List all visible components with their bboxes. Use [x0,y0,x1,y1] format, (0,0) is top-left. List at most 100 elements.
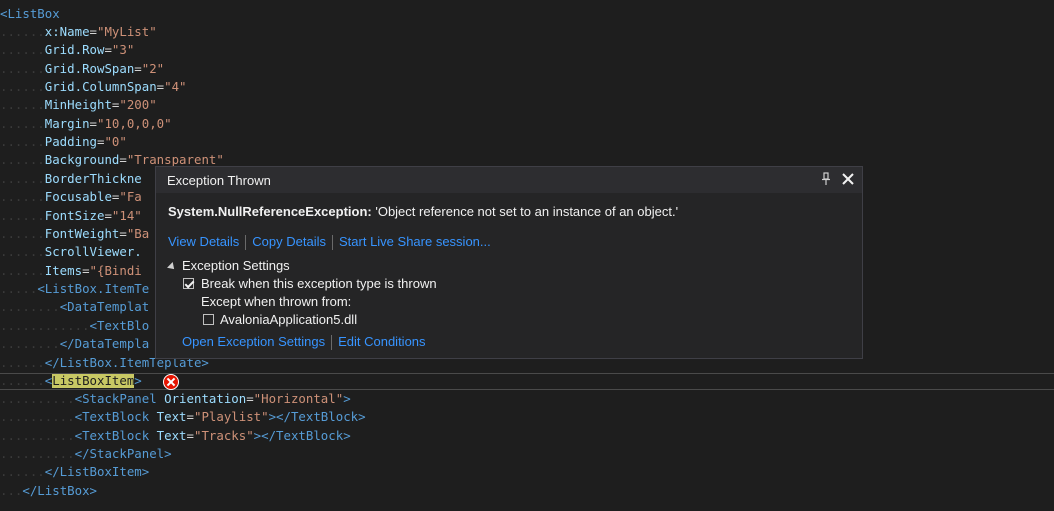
code-line[interactable]: ......Margin="10,0,0,0" [0,115,1054,133]
code-line[interactable]: ......x:Name="MyList" [0,23,1054,41]
code-line[interactable]: ..........</StackPanel> [0,445,1054,463]
view-details-link[interactable]: View Details [168,234,239,249]
expand-triangle-icon [167,261,177,272]
code-token: "Tracks" [193,428,254,443]
code-token: FontWeight [44,226,120,241]
close-icon[interactable] [840,171,856,187]
live-share-link[interactable]: Start Live Share session... [339,234,491,249]
code-line[interactable]: ......Padding="0" [0,133,1054,151]
code-token: > [343,391,351,406]
code-token: = [119,226,127,241]
exception-text: 'Object reference not set to an instance… [371,204,679,219]
indent-guide: .......... [0,409,75,424]
indent-guide: ...... [0,464,45,479]
link-separator [331,335,333,351]
indent-guide: ...... [0,171,45,186]
code-token: Margin [44,116,90,131]
code-token: = [119,152,127,167]
indent-guide: ...... [0,24,45,39]
code-token: "Playlist" [193,409,269,424]
indent-guide: ...... [0,226,45,241]
indent-guide: ........ [0,299,60,314]
code-token: <DataTemplat [59,299,150,314]
code-token: "Transparent" [126,152,224,167]
code-line[interactable]: ......Grid.RowSpan="2" [0,60,1054,78]
code-token: Padding [44,134,97,149]
indent-guide: ...... [0,263,45,278]
indent-guide: .......... [0,446,75,461]
code-token: BorderThickne [44,171,142,186]
code-line[interactable]: ......Grid.ColumnSpan="4" [0,78,1054,96]
indent-guide: ........ [0,336,60,351]
code-line[interactable]: <ListBox [0,5,1054,23]
code-token: </StackPanel> [74,446,172,461]
indent-guide: ...... [0,355,45,370]
settings-header: Exception Settings [182,258,290,273]
code-line[interactable]: ......Grid.Row="3" [0,41,1054,59]
popup-title: Exception Thrown [167,173,271,188]
code-token: Text [156,428,187,443]
code-line[interactable]: ..........<TextBlock Text="Playlist"></T… [0,408,1054,426]
indent-guide: ...... [0,208,45,223]
code-token: <TextBlo [89,318,150,333]
code-token: Grid.RowSpan [44,61,135,76]
copy-details-link[interactable]: Copy Details [252,234,326,249]
code-token: = [134,61,142,76]
settings-links: Open Exception Settings Edit Conditions [182,334,426,351]
code-token: = [246,391,254,406]
indent-guide: .......... [0,391,75,406]
indent-guide: ............ [0,318,90,333]
code-token: "Fa [119,189,142,204]
code-token: "4" [164,79,187,94]
indent-guide: ...... [0,134,45,149]
code-token: ></TextBlock> [268,409,366,424]
code-line[interactable]: ..........<StackPanel Orientation="Horiz… [0,390,1054,408]
code-line[interactable]: ......</ListBoxItem> [0,463,1054,481]
code-token: FontSize [44,208,105,223]
code-token: Items [44,263,83,278]
indent-guide: ...... [0,42,45,57]
indent-guide: ...... [0,152,45,167]
edit-conditions-link[interactable]: Edit Conditions [338,334,425,349]
module-option-label: AvaloniaApplication5.dll [220,312,358,327]
indent-guide: ...... [0,79,45,94]
code-line[interactable]: ...</ListBox> [0,482,1054,500]
popup-title-bar: Exception Thrown [156,167,862,193]
code-token: Orientation [164,391,247,406]
current-line-highlight [0,373,1054,390]
code-token: ScrollViewer. [44,244,142,259]
exception-settings-toggle[interactable]: Exception Settings [167,258,290,273]
exception-popup: Exception Thrown System.NullReferenceExc… [155,166,863,359]
link-separator [332,235,333,251]
indent-guide: ...... [0,97,45,112]
code-token: <ListBox.ItemTe [37,281,150,296]
code-token: <TextBlock [74,428,157,443]
code-line[interactable]: ......MinHeight="200" [0,96,1054,114]
code-token: <StackPanel [74,391,165,406]
module-checkbox[interactable] [203,314,214,325]
code-token: "10,0,0,0" [97,116,172,131]
code-token: "MyList" [97,24,157,39]
indent-guide: ...... [0,116,45,131]
code-token: "200" [119,97,157,112]
indent-guide: ..... [0,281,38,296]
code-token: = [186,428,194,443]
error-icon[interactable] [163,374,179,390]
open-exception-settings-link[interactable]: Open Exception Settings [182,334,325,349]
code-token: = [89,24,97,39]
exception-message: System.NullReferenceException: 'Object r… [168,204,678,219]
code-token: "14" [111,208,142,223]
detail-links: View Details Copy Details Start Live Share… [168,234,491,251]
code-line[interactable]: ..........<TextBlock Text="Tracks"></Tex… [0,427,1054,445]
indent-guide: ...... [0,244,45,259]
code-token: "{Bindi [89,263,142,278]
pin-icon[interactable] [820,172,832,186]
code-token: = [104,42,112,57]
code-token: Text [156,409,187,424]
break-checkbox[interactable] [183,278,194,289]
code-token: "Horizontal" [253,391,344,406]
code-token: </ListBoxItem> [44,464,150,479]
except-label: Except when thrown from: [201,294,352,309]
indent-guide: ...... [0,189,45,204]
indent-guide: ...... [0,61,45,76]
